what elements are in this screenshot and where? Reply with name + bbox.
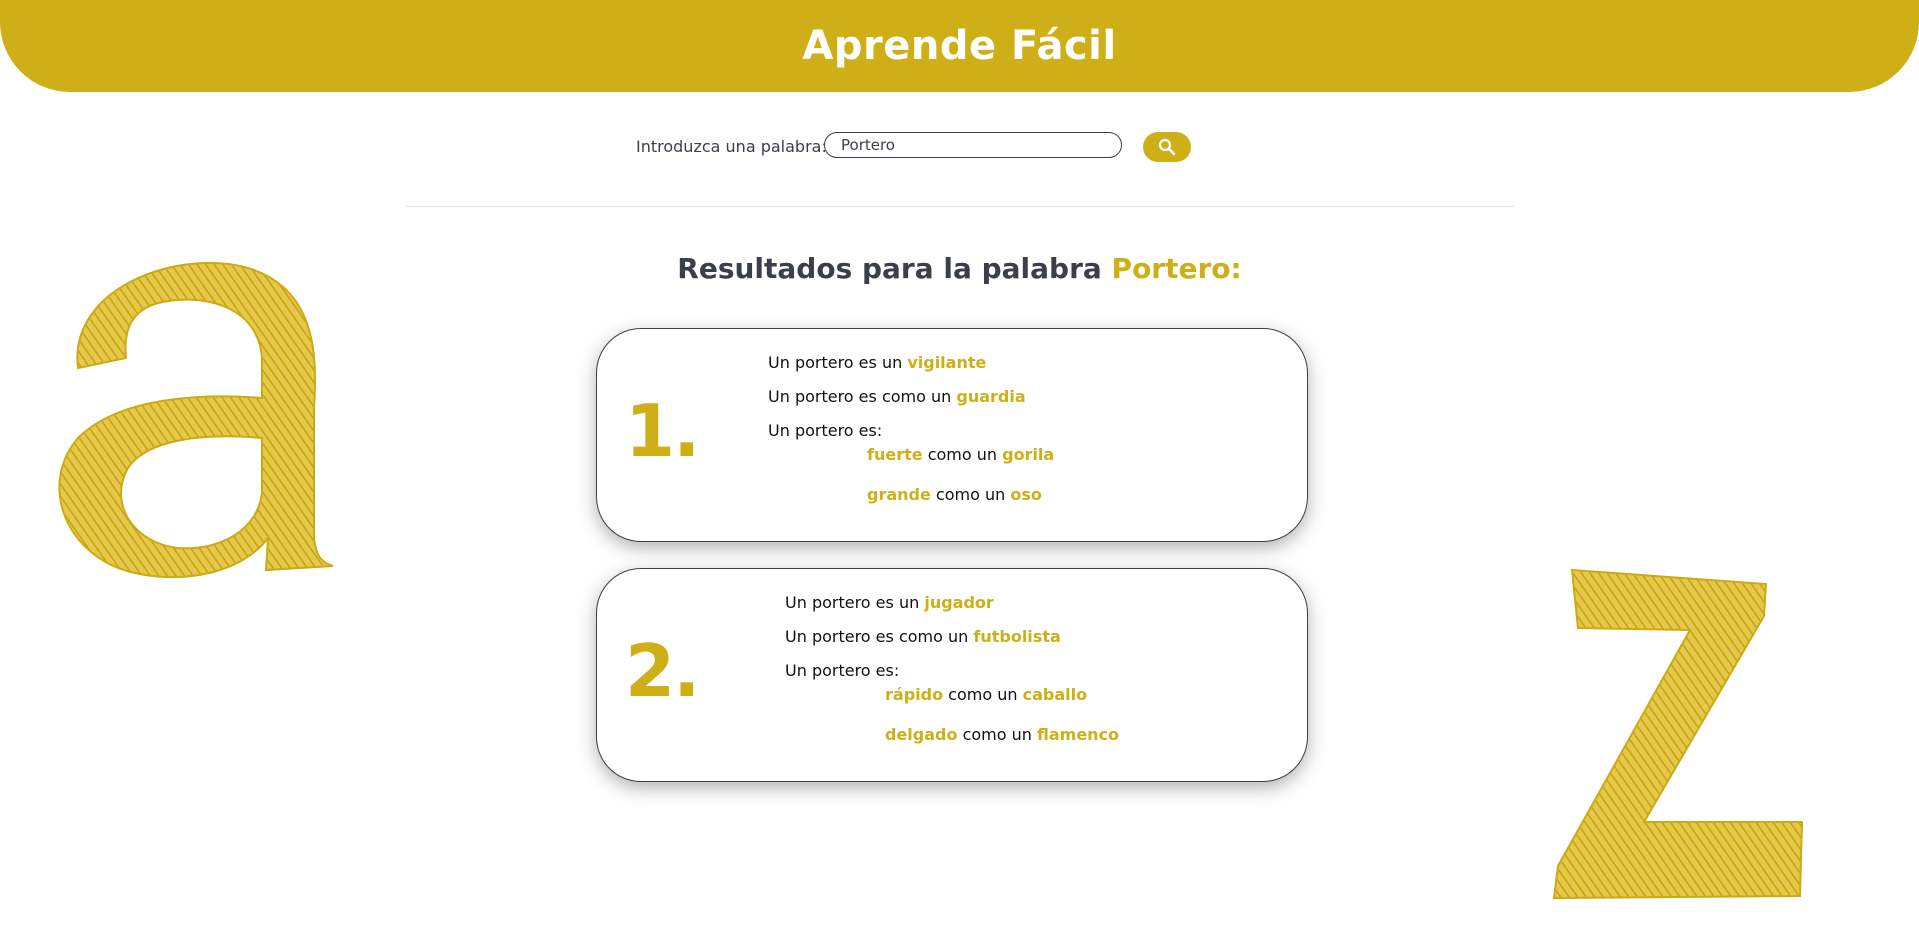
result-card-1: 1. Un portero es un vigilante Un portero…	[596, 328, 1308, 542]
divider	[405, 206, 1515, 207]
result-card-2: 2. Un portero es un jugador Un portero e…	[596, 568, 1308, 782]
line-word: guardia	[956, 387, 1026, 406]
result-line-1: Un portero es un jugador	[785, 593, 994, 612]
search-button[interactable]	[1143, 132, 1191, 162]
simile-connector: como un	[948, 685, 1018, 704]
results-title-word: Portero:	[1111, 252, 1242, 285]
result-line-3: Un portero es:	[785, 661, 899, 680]
result-number: 1.	[625, 389, 700, 473]
line-text: Un portero es como un	[785, 627, 969, 646]
simile-connector: como un	[927, 445, 998, 464]
result-number: 2.	[625, 629, 700, 713]
simile-noun: caballo	[1022, 685, 1088, 704]
result-line-2: Un portero es como un futbolista	[785, 627, 1061, 646]
search-icon	[1158, 138, 1176, 156]
line-text: Un portero es:	[768, 421, 883, 440]
line-word: jugador	[924, 593, 994, 612]
result-line-2: Un portero es como un guardia	[768, 387, 1026, 406]
results-title-prefix: Resultados para la palabra	[677, 252, 1102, 285]
line-word: futbolista	[973, 627, 1061, 646]
search-label: Introduzca una palabra:	[636, 137, 827, 156]
result-line-1: Un portero es un vigilante	[768, 353, 986, 372]
simile-adjective: rápido	[885, 685, 944, 704]
simile-adjective: fuerte	[867, 445, 923, 464]
simile-noun: flamenco	[1037, 725, 1120, 744]
simile-connector: como un	[962, 725, 1032, 744]
search-bar: Introduzca una palabra:	[0, 131, 1919, 162]
simile-connector: como un	[935, 485, 1006, 504]
letter-z-decoration	[1552, 568, 1804, 900]
line-text: Un portero es:	[785, 661, 900, 680]
line-text: Un portero es como un	[768, 387, 952, 406]
line-word: vigilante	[907, 353, 987, 372]
simile-adjective: delgado	[885, 725, 958, 744]
simile-adjective: grande	[867, 485, 931, 504]
app-title: Aprende Fácil	[802, 23, 1117, 69]
simile-line: rápido como un caballo	[885, 685, 1087, 704]
line-text: Un portero es un	[785, 593, 920, 612]
line-text: Un portero es un	[768, 353, 903, 372]
simile-noun: gorila	[1002, 445, 1055, 464]
search-input[interactable]	[824, 132, 1122, 158]
simile-line: fuerte como un gorila	[867, 445, 1054, 464]
simile-noun: oso	[1010, 485, 1042, 504]
simile-line: grande como un oso	[867, 485, 1042, 504]
result-line-3: Un portero es:	[768, 421, 882, 440]
letter-a-decoration	[58, 261, 334, 579]
simile-line: delgado como un flamenco	[885, 725, 1119, 744]
header-banner: Aprende Fácil	[0, 0, 1919, 92]
